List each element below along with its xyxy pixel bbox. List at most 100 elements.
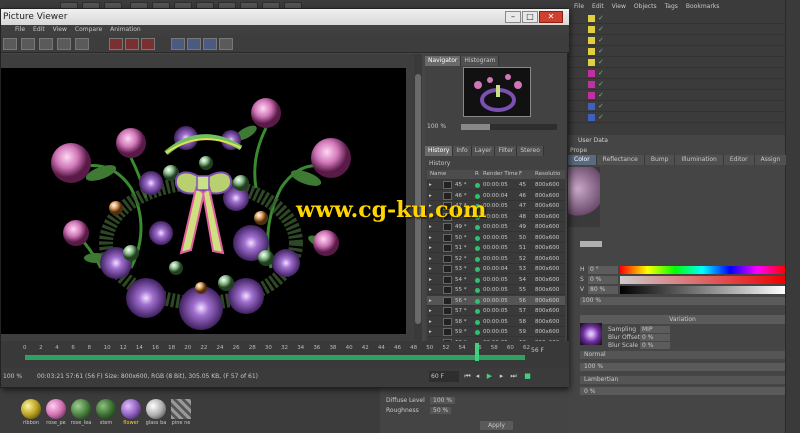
col-r[interactable]: R (475, 170, 479, 179)
object-row[interactable]: ✓ (568, 47, 792, 57)
texture-thumbnail[interactable] (580, 323, 602, 345)
value-slider[interactable]: V 80 % (580, 286, 785, 294)
saturation-slider[interactable]: S 0 % (580, 276, 785, 284)
menu-bookmarks[interactable]: Bookmarks (686, 3, 720, 10)
object-row[interactable]: ✓ (568, 69, 792, 79)
zoom-value[interactable]: 100 % (427, 122, 457, 131)
table-row[interactable]: ▸ 50 * 00:00:05 50 800x600 (427, 233, 565, 243)
play-icon[interactable]: ▶ (485, 371, 494, 382)
open-icon[interactable] (3, 38, 17, 50)
table-row[interactable]: ▸ 52 * 00:00:05 52 800x600 (427, 254, 565, 264)
tab-editor[interactable]: Editor (723, 155, 755, 165)
menu-view[interactable]: View (53, 25, 67, 35)
channel-d-icon[interactable] (219, 38, 233, 50)
hue-gradient[interactable] (620, 266, 785, 274)
maximize-button[interactable]: □ (522, 11, 538, 23)
menu-edit[interactable]: Edit (33, 25, 45, 35)
saturation-value[interactable]: 0 % (588, 276, 618, 284)
object-row[interactable]: ✓ (568, 58, 792, 68)
table-row[interactable]: ▸ 51 * 00:00:05 51 800x600 (427, 243, 565, 253)
mix-strength-field[interactable]: 100 % (580, 363, 785, 371)
ab-compare-icon[interactable] (57, 38, 71, 50)
sampling-value[interactable]: MIP (640, 326, 670, 333)
brightness-field[interactable]: 100 % (580, 297, 785, 305)
menu-edit[interactable]: Edit (592, 3, 604, 10)
diffuse-slider[interactable]: 0 % (580, 387, 785, 395)
last-frame-icon[interactable]: ⏭ (509, 371, 518, 382)
color-swatch[interactable] (580, 241, 602, 247)
value-gradient[interactable] (620, 286, 785, 294)
table-row[interactable]: ▸ 53 * 00:00:04 53 800x600 (427, 264, 565, 274)
next-frame-icon[interactable]: ▸ (497, 371, 506, 382)
table-row[interactable]: ▸ 56 * 00:00:05 56 800x600 (427, 295, 565, 306)
tab-layer[interactable]: Layer (471, 146, 496, 156)
tab-history[interactable]: History (425, 146, 454, 156)
roughness-value[interactable]: 50 % (430, 407, 452, 414)
timeline-track[interactable] (25, 355, 525, 360)
render-icon[interactable] (141, 38, 155, 50)
blur-offset-value[interactable]: 0 % (640, 334, 670, 341)
tab-navigator[interactable]: Navigator (425, 56, 462, 66)
col-render-time[interactable]: Render Time (483, 170, 518, 179)
fullscreen-icon[interactable] (39, 38, 53, 50)
tab-info[interactable]: Info (453, 146, 472, 156)
window-titlebar[interactable]: Picture Viewer – □ ✕ (1, 9, 569, 25)
menu-view[interactable]: View (612, 3, 626, 10)
object-row[interactable]: ✓ (568, 91, 792, 101)
tab-reflectance[interactable]: Reflectance (596, 155, 645, 165)
table-row[interactable]: ▸ 58 * 00:00:05 58 800x600 (427, 317, 565, 327)
object-row[interactable]: ✓ (568, 25, 792, 35)
menu-tags[interactable]: Tags (665, 3, 678, 10)
red-channel-icon[interactable] (109, 38, 123, 50)
channel-c-icon[interactable] (203, 38, 217, 50)
tab-illumination[interactable]: Illumination (675, 155, 724, 165)
table-row[interactable]: ▸ 57 * 00:00:05 57 800x600 (427, 306, 565, 316)
material-item[interactable]: ribbon (20, 399, 42, 426)
material-item[interactable]: rose_pe (45, 399, 67, 426)
channel-a-icon[interactable] (171, 38, 185, 50)
table-row[interactable]: ▸ 49 * 00:00:05 49 800x600 (427, 222, 565, 232)
swap-icon[interactable] (75, 38, 89, 50)
menu-animation[interactable]: Animation (110, 25, 141, 35)
material-item[interactable]: stem (95, 399, 117, 426)
col-name[interactable]: Name (430, 170, 446, 179)
variation-header[interactable]: Variation (580, 315, 785, 324)
save-icon[interactable] (21, 38, 35, 50)
timeline-playhead[interactable] (474, 343, 479, 361)
material-item[interactable]: flower (120, 399, 142, 426)
channel-b-icon[interactable] (187, 38, 201, 50)
menu-compare[interactable]: Compare (75, 25, 102, 35)
object-row[interactable]: ✓ (568, 36, 792, 46)
menu-file[interactable]: File (15, 25, 25, 35)
tab-histogram[interactable]: Histogram (461, 56, 500, 66)
blur-scale-value[interactable]: 0 % (640, 342, 670, 349)
col-resolution[interactable]: Resolutio (535, 170, 560, 179)
apply-button[interactable]: Apply (480, 421, 513, 430)
object-row[interactable]: ✓ (568, 113, 792, 123)
material-item[interactable]: pine ne (170, 399, 192, 426)
value-value[interactable]: 80 % (588, 286, 618, 294)
menu-file[interactable]: File (574, 3, 584, 10)
stop-render-icon[interactable] (125, 38, 139, 50)
table-row[interactable]: ▸ 59 * 00:00:05 59 800x600 (427, 327, 565, 337)
tab-assign[interactable]: Assign (754, 155, 788, 165)
material-item[interactable]: glass ba (145, 399, 167, 426)
object-row[interactable]: ✓ (568, 80, 792, 90)
right-side-tabs[interactable] (785, 0, 800, 433)
tab-color[interactable]: Color (568, 155, 597, 165)
close-button[interactable]: ✕ (539, 11, 563, 23)
tab-stereo[interactable]: Stereo (517, 146, 544, 156)
table-row[interactable]: ▸ 54 * 00:00:05 54 800x600 (427, 275, 565, 285)
diffuse-model-dropdown[interactable]: Lambertian (580, 376, 785, 384)
minimize-button[interactable]: – (505, 11, 521, 23)
menu-objects[interactable]: Objects (634, 3, 657, 10)
loop-icon[interactable]: ■ (523, 371, 532, 382)
first-frame-icon[interactable]: ⏮ (463, 371, 472, 382)
diffuse-level-value[interactable]: 100 % (430, 397, 456, 404)
tab-bump[interactable]: Bump (644, 155, 676, 165)
hue-value[interactable]: 0 ° (588, 266, 618, 274)
table-row[interactable]: ▸ 55 * 00:00:05 55 800x600 (427, 285, 565, 295)
mix-mode-dropdown[interactable]: Normal (580, 351, 785, 359)
col-frame[interactable]: F (519, 170, 522, 179)
current-frame-field[interactable]: 60 F (429, 371, 459, 382)
